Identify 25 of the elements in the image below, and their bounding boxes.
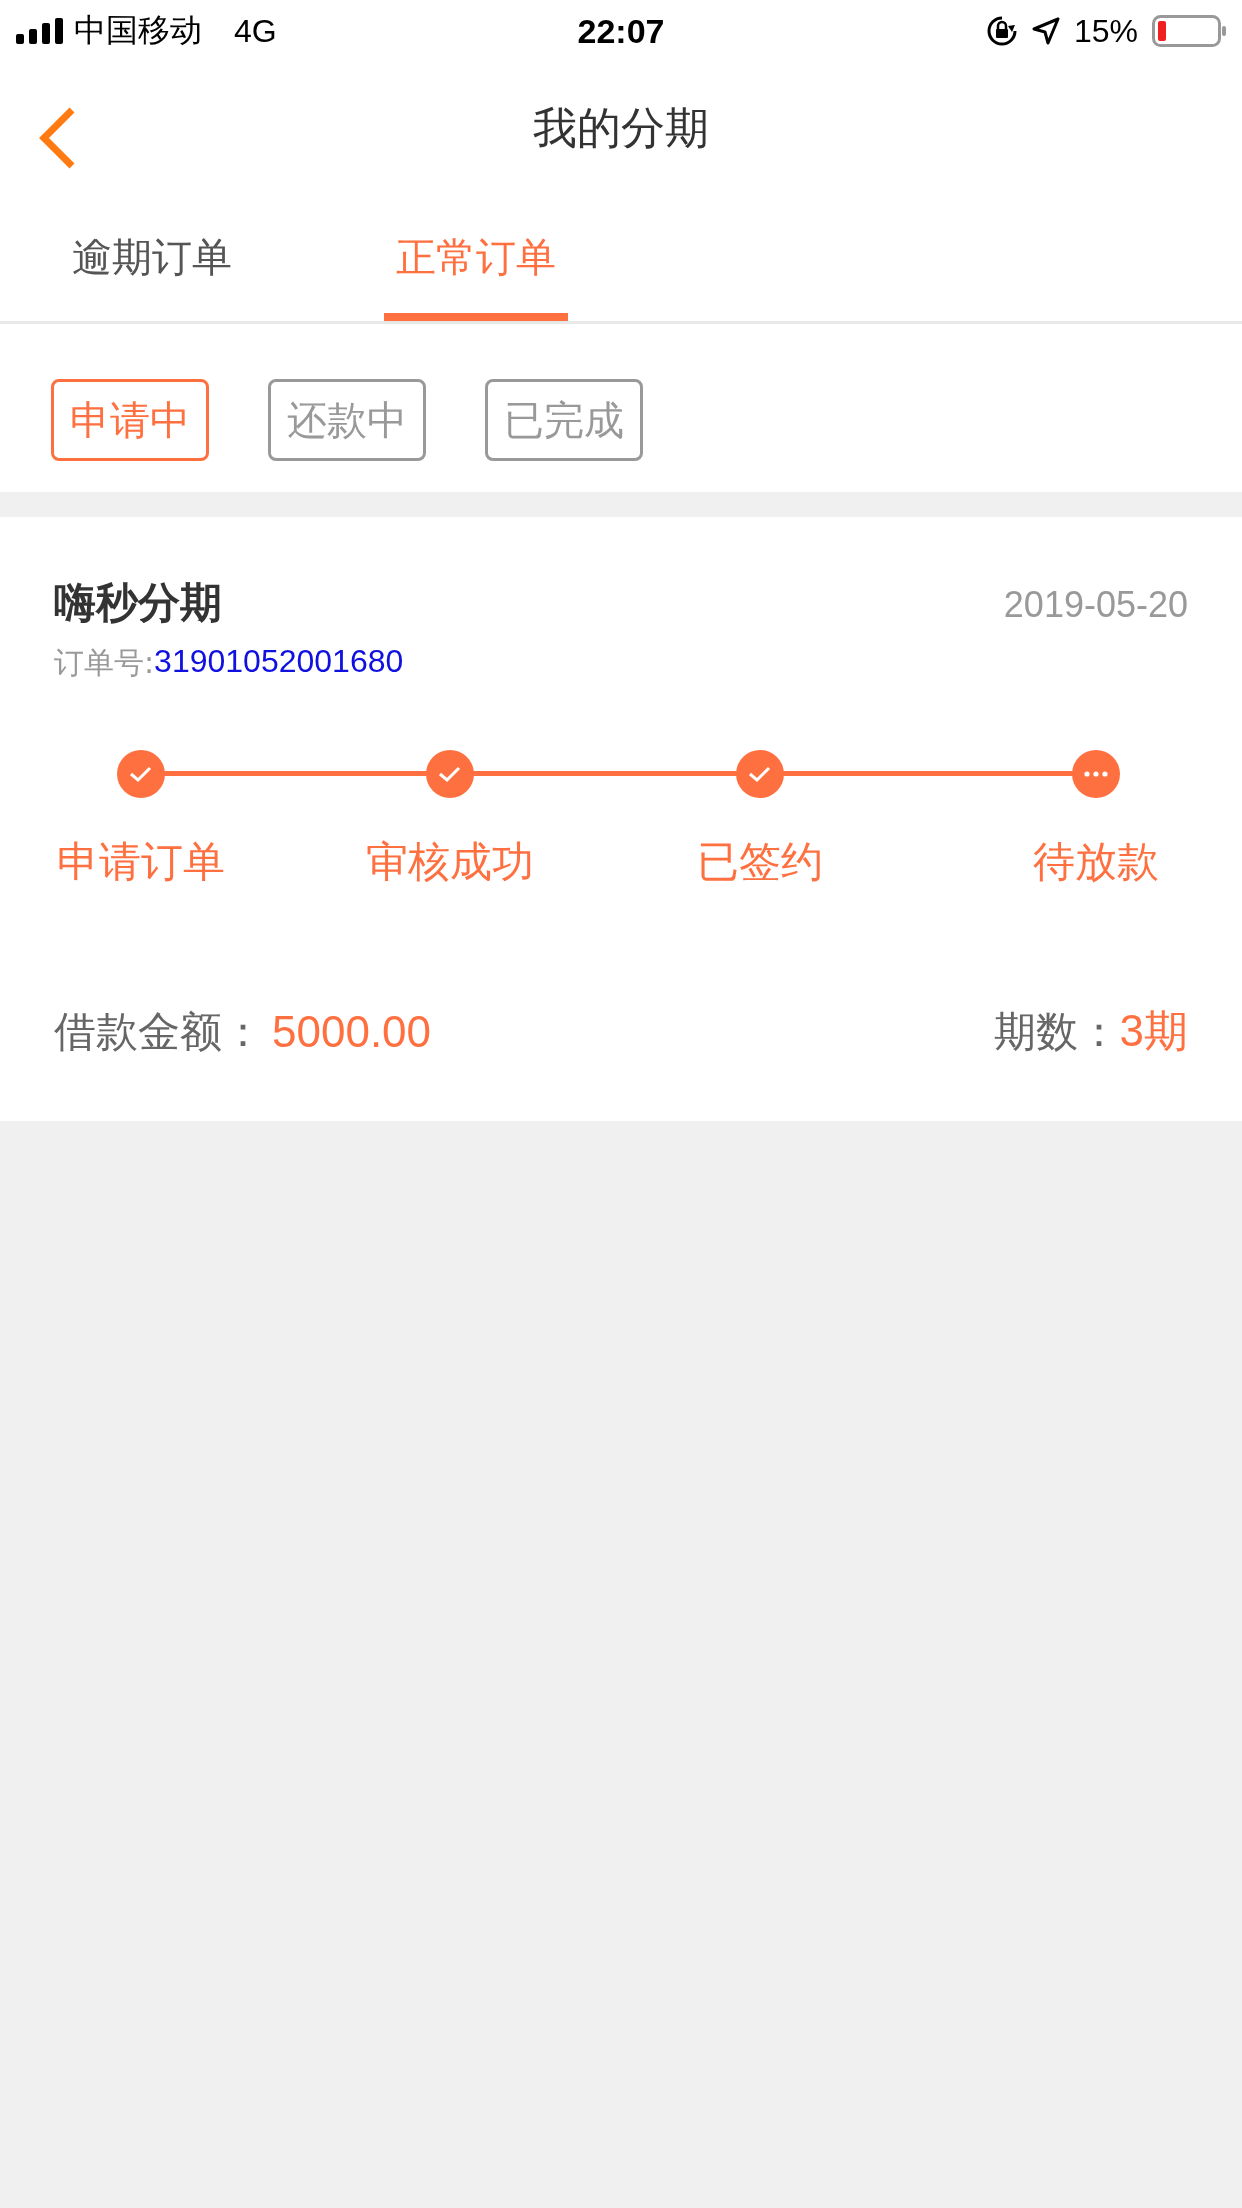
signal-icon bbox=[16, 18, 64, 44]
status-filter[interactable]: 还款中 bbox=[268, 379, 426, 461]
amount-label: 借款金额： bbox=[54, 1005, 264, 1058]
periods-label: 期数： bbox=[993, 1005, 1120, 1058]
step-label: 已签约 bbox=[697, 836, 823, 888]
page-title: 我的分期 bbox=[533, 100, 709, 155]
order-number: 31901052001680 bbox=[154, 643, 404, 681]
carrier-name: 中国移动 bbox=[74, 11, 202, 50]
product-name: 嗨秒分期 bbox=[54, 577, 222, 629]
network-type: 4G bbox=[234, 12, 277, 50]
battery-icon bbox=[1152, 15, 1226, 47]
loan-amount: 5000.00 bbox=[272, 1006, 432, 1057]
status-filter[interactable]: 已完成 bbox=[485, 379, 643, 461]
order-date: 2019-05-20 bbox=[1003, 584, 1188, 626]
clock-time: 22:07 bbox=[577, 11, 665, 51]
period-count: 3期 bbox=[1119, 1005, 1188, 1057]
order-number-label: 订单号: bbox=[54, 644, 155, 682]
battery-percent: 15% bbox=[1073, 12, 1138, 50]
location-arrow-icon bbox=[1031, 17, 1060, 45]
status-filter[interactable]: 申请中 bbox=[51, 379, 209, 461]
step-label: 待放款 bbox=[1033, 836, 1159, 888]
order-tab[interactable]: 逾期订单 bbox=[60, 194, 244, 321]
step-label: 审核成功 bbox=[366, 836, 534, 888]
step-label: 申请订单 bbox=[57, 836, 225, 888]
rotation-lock-icon bbox=[985, 15, 1018, 47]
